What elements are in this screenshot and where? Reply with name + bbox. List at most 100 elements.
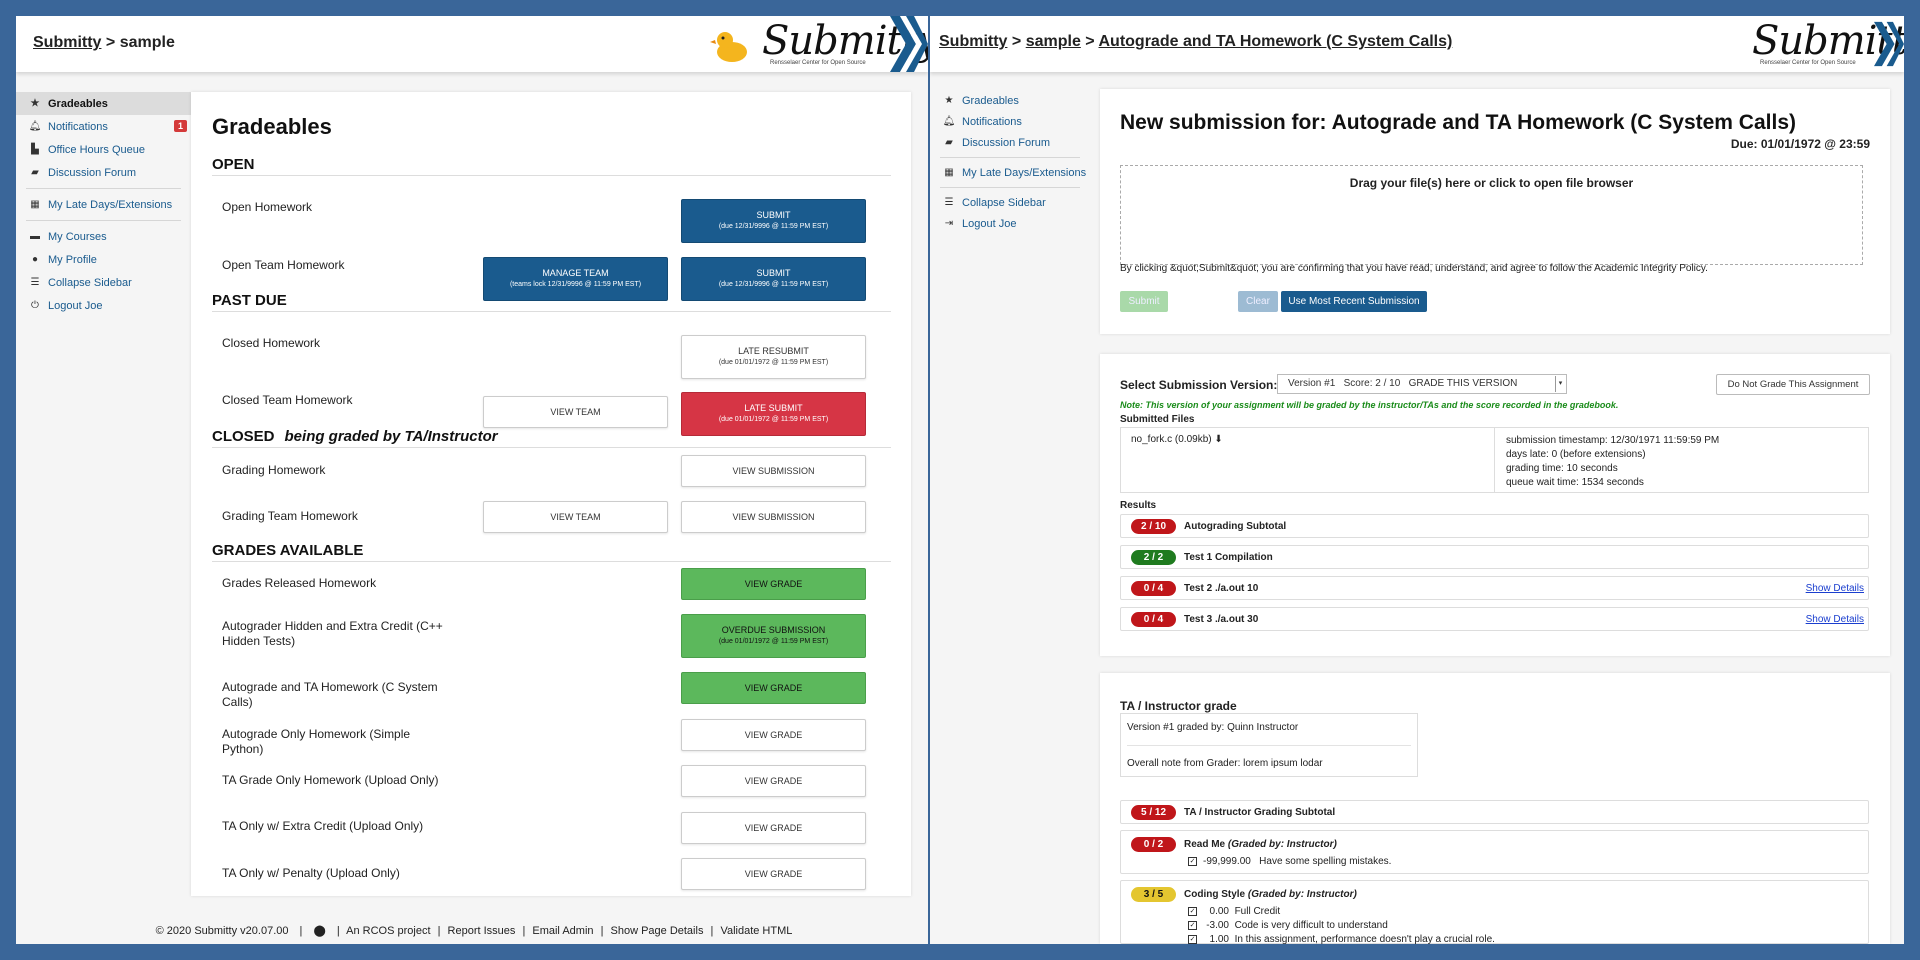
chevron-down-icon: ▾ (1555, 376, 1565, 392)
github-icon[interactable]: ⬤ (313, 925, 325, 937)
overdue-submission-button[interactable]: OVERDUE SUBMISSION (due 01/01/1972 @ 11:5… (681, 614, 866, 658)
chevrons-icon (1874, 21, 1904, 67)
chevrons-icon (890, 16, 928, 72)
sidebar-item-notifications[interactable]: 🔔︎ Notifications (930, 111, 1090, 132)
submitty-logo[interactable]: Submitty Rensselaer Center for Open Sour… (1752, 16, 1904, 72)
sidebar-item-discussion-forum[interactable]: ▰ Discussion Forum (930, 132, 1090, 153)
download-icon[interactable]: ⬇ (1214, 434, 1222, 445)
view-team-button[interactable]: VIEW TEAM (483, 501, 668, 533)
version-select[interactable]: Version #1 Score: 2 / 10 GRADE THIS VERS… (1277, 374, 1567, 394)
sidebar-item-collapse[interactable]: ☰ Collapse Sidebar (16, 271, 191, 294)
bars-icon: ☰ (944, 197, 954, 208)
score-badge: 0 / 4 (1131, 611, 1176, 627)
sidebar-item-late-days[interactable]: ▦ My Late Days/Extensions (930, 162, 1090, 183)
bell-icon: 🔔︎ (942, 116, 956, 127)
checkbox-checked-icon: ✓ (1188, 934, 1197, 944)
comments-icon: ▰ (31, 167, 39, 178)
breadcrumb-course[interactable]: sample (1026, 33, 1081, 50)
score-badge: 3 / 5 (1131, 887, 1176, 902)
sidebar-item-office-hours-queue[interactable]: ▙ Office Hours Queue (16, 138, 191, 161)
sign-out-icon: ⇥ (944, 218, 954, 229)
report-issues-link[interactable]: Report Issues (448, 925, 516, 937)
view-grade-button[interactable]: VIEW GRADE (681, 765, 866, 797)
submit-button[interactable]: SUBMIT (due 12/31/9996 @ 11:59 PM EST) (681, 199, 866, 243)
sidebar-item-logout[interactable]: ⇥ Logout Joe (930, 213, 1090, 234)
view-team-button[interactable]: VIEW TEAM (483, 396, 668, 428)
calendar-icon: ▦ (944, 167, 954, 178)
sidebar: ★ Gradeables 🔔︎ Notifications 1 ▙ Office Hou… (16, 92, 191, 317)
integrity-statement: By clicking &quot;Submit&quot; you are c… (1120, 263, 1708, 274)
result-row: 0 / 4 Test 2 ./a.out 10 Show Details (1120, 576, 1869, 600)
late-resubmit-button[interactable]: LATE RESUBMIT (due 01/01/1972 @ 11:59 PM … (681, 335, 866, 379)
breadcrumb-submitty[interactable]: Submitty (939, 33, 1007, 50)
comments-icon: ▰ (945, 137, 953, 148)
view-submission-button[interactable]: VIEW SUBMISSION (681, 455, 866, 487)
page-title: Gradeables (212, 114, 332, 139)
sidebar-item-my-courses[interactable]: ▬ My Courses (16, 225, 191, 248)
grading-note: Note: This version of your assignment wi… (1120, 400, 1619, 410)
bell-icon: 🔔︎ (28, 121, 42, 132)
file-entry[interactable]: no_fork.c (0.09kb) ⬇ (1131, 434, 1223, 445)
breadcrumb-submitty[interactable]: Submitty (33, 34, 101, 51)
sidebar-item-late-days[interactable]: ▦ My Late Days/Extensions (16, 193, 191, 216)
checkbox-checked-icon: ✓ (1188, 906, 1197, 916)
use-most-recent-button[interactable]: Use Most Recent Submission (1281, 291, 1427, 312)
gradeable-name: TA Only w/ Extra Credit (Upload Only) (222, 819, 424, 833)
results-label: Results (1120, 500, 1157, 511)
mark-item: ✓ -3.00 Code is very difficult to underst… (1188, 920, 1388, 931)
ta-grade-title: TA / Instructor grade (1120, 699, 1237, 713)
show-details-link[interactable]: Show Details (1806, 614, 1864, 625)
rcos-link[interactable]: An RCOS project (346, 925, 430, 937)
gradeable-name: Autograde and TA Homework (C System Call… (222, 680, 438, 709)
view-grade-button[interactable]: VIEW GRADE (681, 568, 866, 600)
breadcrumb: Submitty > sample > Autograde and TA Hom… (939, 33, 1453, 50)
view-grade-button[interactable]: VIEW GRADE (681, 858, 866, 890)
grader-info-box: Version #1 graded by: Quinn Instructor O… (1120, 713, 1418, 777)
breadcrumb-gradeable[interactable]: Autograde and TA Homework (C System Call… (1099, 33, 1453, 50)
bars-icon: ☰ (30, 277, 40, 288)
result-row: 0 / 4 Test 3 ./a.out 30 Show Details (1120, 607, 1869, 631)
sidebar-item-collapse[interactable]: ☰ Collapse Sidebar (930, 192, 1090, 213)
sidebar-item-logout[interactable]: ⏻ Logout Joe (16, 294, 191, 317)
validate-html-link[interactable]: Validate HTML (720, 925, 792, 937)
submission-details: submission timestamp: 12/30/1971 11:59:5… (1506, 435, 1720, 488)
sidebar-item-gradeables[interactable]: ★ Gradeables (16, 92, 191, 115)
sidebar-item-gradeables[interactable]: ★ Gradeables (930, 90, 1090, 111)
sidebar-item-my-profile[interactable]: ● My Profile (16, 248, 191, 271)
gradeables-content: Gradeables OPEN Open Homework SUBMIT (due… (191, 92, 911, 896)
folder-icon: ▬ (30, 231, 40, 242)
file-drop-zone[interactable]: Drag your file(s) here or click to open … (1120, 165, 1863, 265)
view-submission-button[interactable]: VIEW SUBMISSION (681, 501, 866, 533)
left-window: Submitty > sample Submitty Rensselaer Ce… (16, 16, 928, 944)
clear-button[interactable]: Clear (1238, 291, 1278, 312)
show-details-link[interactable]: Show Details (1806, 583, 1864, 594)
gradeable-name: Grades Released Homework (222, 576, 377, 590)
submit-button[interactable]: Submit (1120, 291, 1168, 312)
submitted-files-box: no_fork.c (0.09kb) ⬇ submission timestam… (1120, 427, 1869, 493)
gradeable-name: Autograder Hidden and Extra Credit (C++ … (222, 619, 443, 648)
do-not-grade-button[interactable]: Do Not Grade This Assignment (1716, 374, 1870, 395)
view-grade-button[interactable]: VIEW GRADE (681, 812, 866, 844)
sidebar-item-notifications[interactable]: 🔔︎ Notifications 1 (16, 115, 191, 138)
sidebar-item-discussion-forum[interactable]: ▰ Discussion Forum (16, 161, 191, 184)
user-queue-icon: ▙ (31, 144, 39, 155)
notification-count-badge: 1 (173, 120, 187, 132)
gradeable-name: Closed Team Homework (222, 393, 353, 407)
section-closed: CLOSED being graded by TA/Instructor (212, 428, 891, 448)
due-date: Due: 01/01/1972 @ 23:59 (1730, 137, 1870, 151)
submitty-logo[interactable]: Submitty Rensselaer Center for Open Sour… (710, 16, 928, 72)
ta-subtotal-row: 5 / 12 TA / Instructor Grading Subtotal (1120, 800, 1869, 824)
gradeable-name: Closed Homework (222, 336, 321, 350)
results-card: Select Submission Version: Version #1 Sc… (1100, 354, 1890, 656)
submission-card: New submission for: Autograde and TA Hom… (1100, 89, 1890, 334)
mark-item: ✓ -99,999.00 Have some spelling mistakes. (1188, 856, 1392, 867)
calendar-icon: ▦ (30, 199, 40, 210)
show-page-details-link[interactable]: Show Page Details (611, 925, 704, 937)
ta-grade-card: TA / Instructor grade Version #1 graded … (1100, 673, 1890, 944)
view-grade-button[interactable]: VIEW GRADE (681, 719, 866, 751)
duck-icon (710, 32, 747, 62)
section-open: OPEN (212, 156, 891, 176)
star-icon: ★ (30, 98, 40, 109)
view-grade-button[interactable]: VIEW GRADE (681, 672, 866, 704)
email-admin-link[interactable]: Email Admin (532, 925, 593, 937)
